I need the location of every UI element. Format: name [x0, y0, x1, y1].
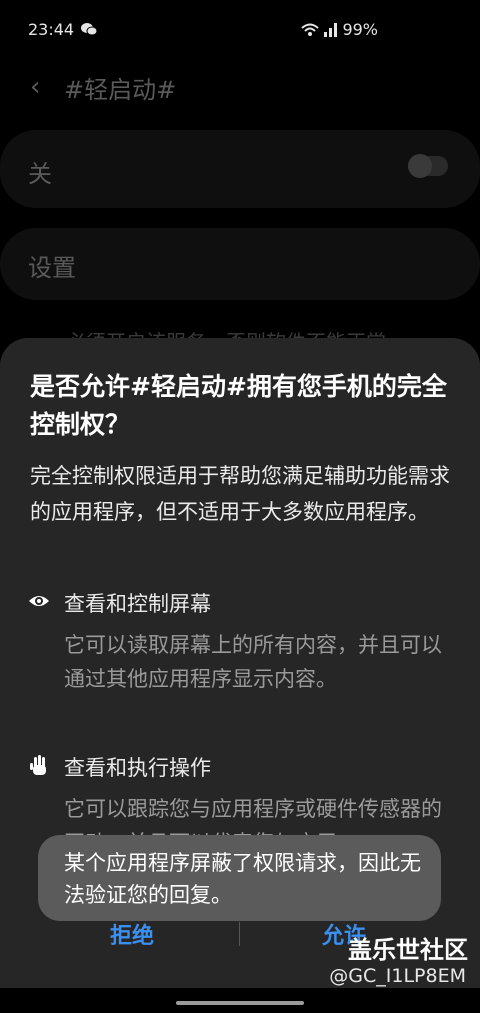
- watermark-brand: 盖乐世社区: [348, 936, 468, 964]
- service-toggle[interactable]: [408, 154, 448, 178]
- toast-message: 某个应用程序屏蔽了权限请求，因此无法验证您的回复。: [38, 835, 441, 921]
- home-indicator[interactable]: [176, 1001, 304, 1005]
- eye-icon: [29, 596, 49, 606]
- dialog-title: 是否允许#轻启动#拥有您手机的完全控制权？: [30, 372, 447, 439]
- back-arrow-icon[interactable]: ‹: [30, 72, 40, 102]
- permission-title: 查看和执行操作: [64, 756, 211, 780]
- watermark-user: @GC_I1LP8EM: [329, 965, 466, 987]
- service-toggle-card[interactable]: 关: [0, 130, 480, 208]
- battery-level: 99%: [342, 20, 378, 39]
- toast-text: 某个应用程序屏蔽了权限请求，因此无法验证您的回复。: [64, 851, 421, 907]
- settings-label: 设置: [28, 254, 76, 282]
- wechat-icon: [81, 23, 98, 36]
- hand-icon: [30, 755, 46, 775]
- status-bar: 23:44 99%: [0, 0, 480, 60]
- permission-desc: 它可以读取屏幕上的所有内容，并且可以通过其他应用程序显示内容。: [64, 633, 442, 691]
- toggle-label: 关: [28, 160, 52, 188]
- page-title: #轻启动#: [64, 76, 177, 104]
- settings-card[interactable]: 设置: [0, 228, 480, 300]
- status-time: 23:44: [28, 20, 75, 39]
- deny-button[interactable]: 拒绝: [110, 918, 154, 950]
- wifi-icon: [301, 23, 337, 37]
- permission-title: 查看和控制屏幕: [64, 592, 211, 616]
- app-bar: ‹ #轻启动#: [0, 60, 480, 110]
- button-divider: [239, 922, 240, 946]
- dialog-description: 完全控制权限适用于帮助您满足辅助功能需求的应用程序，但不适用于大多数应用程序。: [30, 464, 450, 524]
